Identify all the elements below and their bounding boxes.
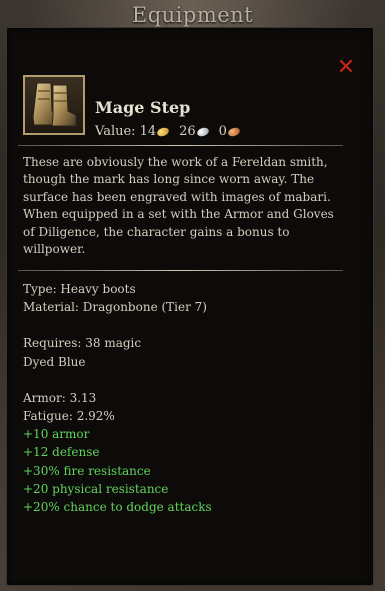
bonus-line: +30% fire resistance (23, 463, 151, 478)
item-dye: Dyed Blue (23, 354, 86, 369)
divider-middle (18, 270, 343, 271)
window-title: Equipment (131, 3, 254, 27)
item-stats: Type: Heavy boots Material: Dragonbone (… (23, 280, 343, 516)
bonus-line: +12 defense (23, 445, 100, 460)
item-type: Type: Heavy boots (23, 282, 136, 296)
item-fatigue: Fatigue: 2.92% (23, 409, 115, 424)
boots-icon (23, 75, 85, 135)
copper-coin-icon (226, 125, 241, 138)
silver-amount: 26 (179, 124, 196, 139)
silver-coin-icon (195, 125, 210, 138)
item-requirement: Requires: 38 magic (23, 336, 142, 351)
gold-coin-icon (156, 125, 171, 138)
item-name: Mage Step (95, 98, 191, 117)
bonus-line: +20% chance to dodge attacks (23, 500, 212, 515)
bonus-line: +20 physical resistance (23, 481, 169, 496)
bonus-line: +10 armor (23, 427, 90, 442)
item-value: Value: 14 26 0 (95, 124, 250, 139)
item-material: Material: Dragonbone (Tier 7) (23, 300, 207, 315)
divider-top (18, 145, 343, 146)
item-description: These are obviously the work of a Fereld… (23, 155, 334, 257)
close-icon[interactable]: ✕ (336, 57, 356, 79)
copper-amount: 0 (218, 124, 227, 139)
item-armor: Armor: 3.13 (23, 390, 97, 405)
value-label: Value: (95, 124, 136, 139)
gold-amount: 14 (139, 124, 157, 139)
